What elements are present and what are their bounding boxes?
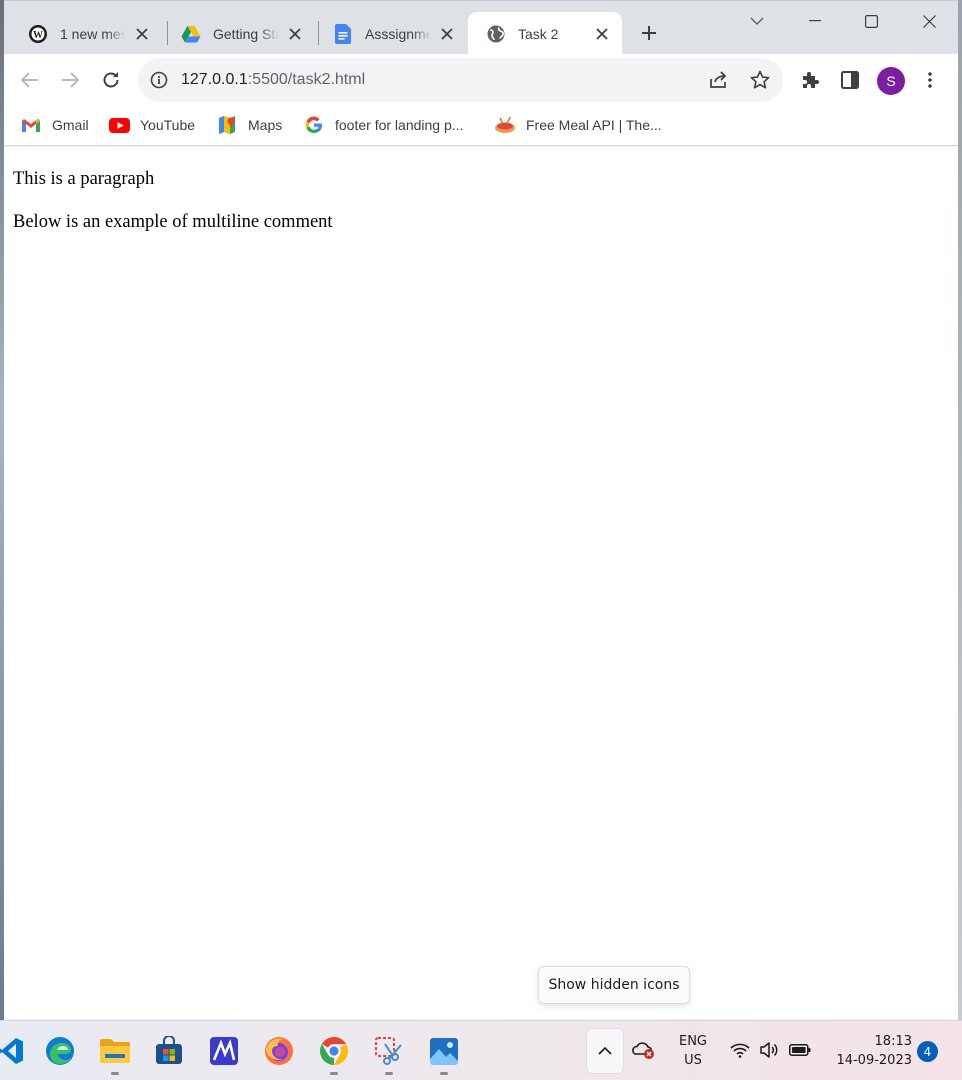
close-tab-icon[interactable] (592, 24, 612, 44)
tab-title: Asssignment (365, 25, 431, 42)
running-indicator (440, 1072, 448, 1075)
tab-search-button[interactable] (742, 7, 772, 35)
edge-icon[interactable] (43, 1034, 77, 1068)
bookmark-label: Free Meal API | The... (526, 117, 662, 133)
tab-wordpress[interactable]: W 1 new message (10, 12, 162, 55)
bookmark-gmail[interactable]: Gmail (20, 114, 89, 136)
close-window-button[interactable] (914, 7, 944, 35)
bookmark-footer-landing[interactable]: footer for landing p... (303, 114, 463, 136)
vscode-icon[interactable] (0, 1034, 26, 1068)
close-tab-icon[interactable] (132, 24, 152, 44)
more-menu-icon[interactable] (918, 68, 942, 92)
close-tab-icon[interactable] (437, 24, 457, 44)
microsoft-store-icon[interactable] (152, 1034, 186, 1068)
chrome-icon[interactable] (317, 1034, 351, 1068)
forward-button[interactable] (55, 65, 85, 95)
paragraph: This is a paragraph (13, 169, 155, 189)
language-code: ENG (678, 1034, 707, 1049)
battery-icon[interactable] (788, 1038, 812, 1062)
tab-title: 1 new message (60, 25, 126, 42)
clock-time: 18:13 (874, 1034, 912, 1049)
firefox-icon[interactable] (262, 1034, 296, 1068)
share-icon[interactable] (708, 69, 730, 91)
clock-date: 14-09-2023 (836, 1053, 912, 1068)
profile-avatar[interactable]: S (877, 67, 905, 95)
url-host: 127.0.0.1 (181, 71, 248, 88)
photos-icon[interactable] (427, 1034, 461, 1068)
onedrive-error-icon[interactable] (632, 1038, 656, 1062)
bookmark-label: YouTube (140, 117, 196, 133)
snipping-tool-icon[interactable] (372, 1034, 406, 1068)
running-indicator (385, 1072, 393, 1075)
volume-icon[interactable] (757, 1038, 781, 1062)
mathpix-icon[interactable] (207, 1034, 241, 1068)
back-button[interactable] (15, 65, 45, 95)
extensions-icon[interactable] (798, 68, 822, 92)
tab-strip: W 1 new message Getting Started Asssignm… (0, 0, 962, 55)
bookmark-maps[interactable]: Maps (216, 114, 282, 136)
notification-badge[interactable]: 4 (917, 1041, 938, 1062)
tab-title: Task 2 (518, 25, 559, 42)
browser-toolbar: 127.0.0.1:5500/task2.html S (0, 54, 962, 106)
clock[interactable]: 18:13 14-09-2023 (826, 1032, 912, 1070)
meal-icon (494, 115, 516, 135)
running-indicator (111, 1072, 119, 1075)
bookmark-free-meal-api[interactable]: Free Meal API | The... (494, 114, 662, 136)
gmail-icon (20, 115, 42, 135)
google-icon (303, 115, 325, 135)
bookmark-label: Gmail (52, 117, 89, 133)
url-path: :5500/task2.html (247, 71, 366, 88)
url-text: 127.0.0.1:5500/task2.html (181, 71, 365, 89)
wordpress-icon: W (28, 24, 48, 44)
maximize-button[interactable] (856, 7, 886, 35)
bookmark-star-icon[interactable] (749, 69, 771, 91)
bookmarks-bar: Gmail YouTube Maps footer for landing p.… (0, 106, 962, 146)
google-docs-icon (333, 23, 353, 44)
reload-button[interactable] (96, 65, 126, 95)
running-indicator (330, 1072, 338, 1075)
tab-google-docs[interactable]: Asssignment (315, 12, 467, 55)
site-info-icon[interactable] (150, 71, 168, 89)
minimize-button[interactable] (800, 7, 830, 35)
side-panel-icon[interactable] (838, 68, 862, 92)
show-hidden-icons-button[interactable] (586, 1028, 624, 1074)
tab-google-drive[interactable]: Getting Started (163, 12, 315, 55)
address-bar[interactable]: 127.0.0.1:5500/task2.html (138, 58, 783, 102)
new-tab-button[interactable] (636, 20, 662, 46)
google-maps-icon (216, 115, 238, 135)
bookmark-label: footer for landing p... (335, 117, 464, 133)
svg-text:W: W (33, 30, 43, 41)
page-content: This is a paragraph Below is an example … (4, 147, 958, 1019)
region-code: US (684, 1053, 702, 1068)
show-hidden-icons-tooltip: Show hidden icons (538, 966, 690, 1004)
close-tab-icon[interactable] (285, 24, 305, 44)
google-drive-icon (181, 24, 201, 44)
taskbar: ENG US 18:13 14-09-2023 4 (0, 1020, 962, 1080)
window-border-right (958, 0, 962, 1020)
tab-task-2[interactable]: Task 2 (468, 12, 622, 55)
input-language-indicator[interactable]: ENG US (672, 1032, 714, 1070)
wifi-icon[interactable] (728, 1038, 752, 1062)
tab-title: Getting Started (213, 25, 279, 42)
chevron-up-icon (598, 1047, 612, 1055)
file-explorer-icon[interactable] (98, 1034, 132, 1068)
bookmark-youtube[interactable]: YouTube (108, 114, 195, 136)
paragraph: Below is an example of multiline comment (13, 212, 333, 232)
bookmark-label: Maps (248, 117, 283, 133)
globe-icon (486, 24, 506, 44)
youtube-icon (108, 115, 130, 135)
